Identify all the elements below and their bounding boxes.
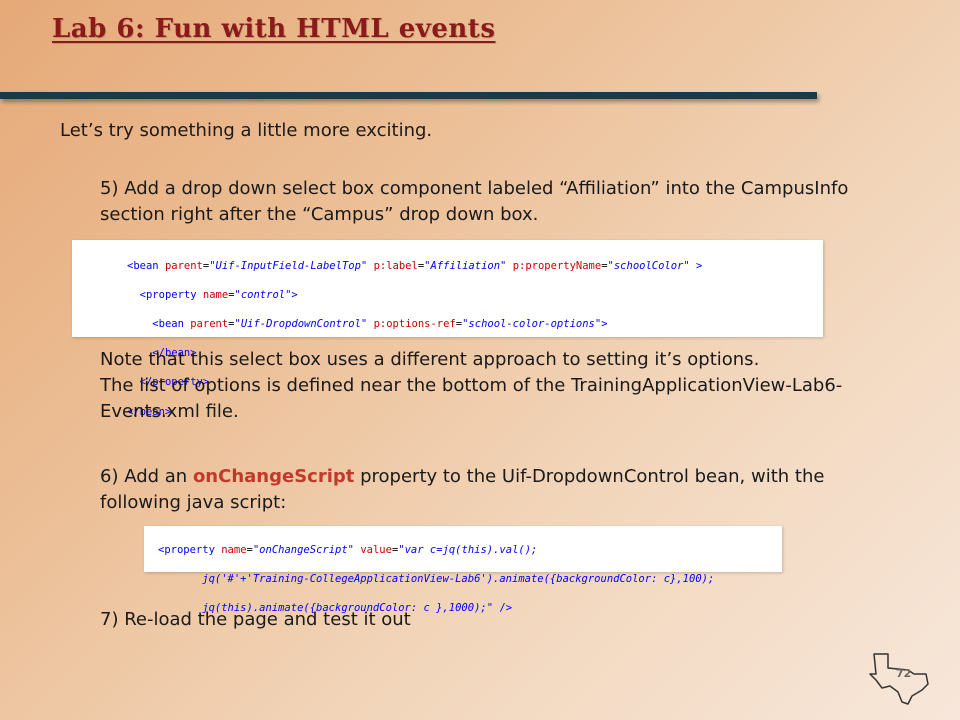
code-line: jq('#'+'Training-CollegeApplicationView-…: [158, 572, 715, 585]
code-line: <bean parent="Uif-InputField-LabelTop" p…: [127, 259, 703, 272]
code-line: <property name="control">: [139, 288, 298, 301]
step-6-prefix: 6) Add an: [100, 466, 193, 487]
step-6-text: 6) Add an onChangeScript property to the…: [100, 464, 900, 516]
note-line-2: The list of options is defined near the …: [100, 375, 843, 422]
code-block-onchange: <property name="onChangeScript" value="v…: [144, 526, 782, 614]
step-6-highlight: onChangeScript: [192, 466, 355, 487]
code-line: <property name="onChangeScript" value="v…: [158, 543, 538, 556]
page-number: 72: [896, 667, 912, 680]
title-divider: [0, 92, 817, 99]
step-5-text: 5) Add a drop down select box component …: [100, 178, 849, 225]
step-7-text: 7) Re-load the page and test it out: [100, 609, 411, 630]
note-line-1: Note that this select box uses a differe…: [100, 349, 760, 370]
note-text: Note that this select box uses a differe…: [100, 347, 900, 425]
slide-title: Lab 6: Fun with HTML events: [52, 14, 496, 44]
code-block-affiliation: <bean parent="Uif-InputField-LabelTop" p…: [72, 240, 823, 418]
intro-text: Let’s try something a little more exciti…: [60, 120, 433, 141]
code-line: <bean parent="Uif-DropdownControl" p:opt…: [152, 317, 608, 330]
